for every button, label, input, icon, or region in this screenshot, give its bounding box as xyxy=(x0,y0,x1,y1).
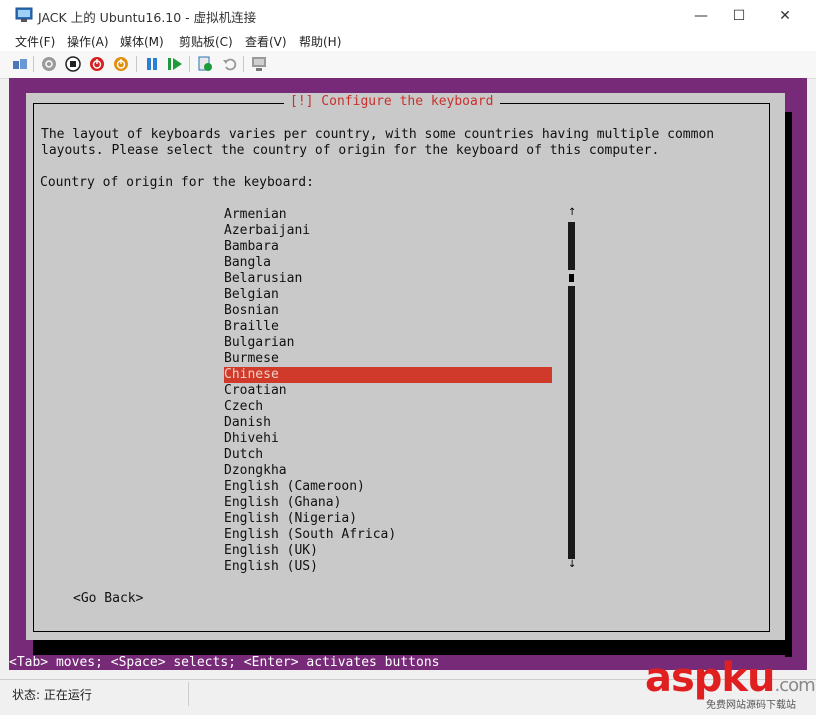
dialog-shadow-right xyxy=(785,112,792,657)
vm-connection-icon xyxy=(15,7,33,22)
start-icon[interactable] xyxy=(41,56,57,72)
menu-file[interactable]: 文件(F) xyxy=(15,33,55,50)
list-item[interactable]: Croatian xyxy=(224,383,552,399)
close-button[interactable]: ✕ xyxy=(762,0,808,31)
list-item[interactable]: Bulgarian xyxy=(224,335,552,351)
list-item-selected[interactable]: Chinese xyxy=(224,367,552,383)
scroll-down-arrow-icon[interactable]: ↓ xyxy=(568,559,576,570)
revert-icon[interactable] xyxy=(222,56,238,72)
resume-icon[interactable] xyxy=(167,56,183,72)
scrollbar-thumb[interactable] xyxy=(569,274,574,282)
watermark-suffix: .com xyxy=(774,675,816,696)
list-item[interactable]: Belgian xyxy=(224,287,552,303)
menu-view[interactable]: 查看(V) xyxy=(245,33,287,50)
toolbar-separator xyxy=(33,56,34,72)
description-line-2: layouts. Please select the country of or… xyxy=(41,143,660,158)
maximize-icon: ☐ xyxy=(732,7,746,24)
ctrl-alt-del-icon[interactable] xyxy=(12,56,28,72)
list-item[interactable]: English (Ghana) xyxy=(224,495,552,511)
toolbar-separator xyxy=(243,56,244,72)
vm-status: 状态: 正在运行 xyxy=(12,688,92,702)
window-titlebar: JACK 上的 Ubuntu16.10 - 虚拟机连接 — ☐ ✕ xyxy=(0,0,816,31)
watermark-logo-text: aspku xyxy=(645,655,776,701)
menu-clipboard[interactable]: 剪贴板(C) xyxy=(179,33,233,50)
pause-icon[interactable] xyxy=(144,56,160,72)
minimize-icon: — xyxy=(694,7,708,24)
turn-off-icon[interactable] xyxy=(65,56,81,72)
list-item[interactable]: Dutch xyxy=(224,447,552,463)
toolbar-separator xyxy=(136,56,137,72)
list-item[interactable]: Braille xyxy=(224,319,552,335)
list-item[interactable]: Bangla xyxy=(224,255,552,271)
list-item[interactable]: Dzongkha xyxy=(224,463,552,479)
watermark-logo: aspku.com xyxy=(645,655,816,701)
checkpoint-icon[interactable] xyxy=(197,56,213,72)
power-icon[interactable] xyxy=(113,56,129,72)
scroll-up-arrow-icon[interactable]: ↑ xyxy=(568,207,576,218)
list-item[interactable]: English (UK) xyxy=(224,543,552,559)
maximize-button[interactable]: ☐ xyxy=(716,0,762,31)
list-item[interactable]: Dhivehi xyxy=(224,431,552,447)
country-list[interactable]: Armenian Azerbaijani Bambara Bangla Belarusi… xyxy=(224,207,552,575)
description-line-1: The layout of keyboards varies per count… xyxy=(41,127,715,142)
enhanced-session-icon[interactable] xyxy=(251,56,267,72)
list-item[interactable]: English (South Africa) xyxy=(224,527,552,543)
menu-bar: 文件(F) 操作(A) 媒体(M) 剪贴板(C) 查看(V) 帮助(H) xyxy=(0,31,816,51)
dialog-title: [!] Configure the keyboard xyxy=(284,93,500,111)
close-icon: ✕ xyxy=(779,7,791,24)
menu-action[interactable]: 操作(A) xyxy=(67,33,109,50)
list-item[interactable]: Bosnian xyxy=(224,303,552,319)
go-back-button[interactable]: <Go Back> xyxy=(73,591,143,607)
toolbar-separator xyxy=(189,56,190,72)
list-item[interactable]: Burmese xyxy=(224,351,552,367)
list-item[interactable]: Azerbaijani xyxy=(224,223,552,239)
toolbar xyxy=(0,51,816,79)
watermark-caption: 免费网站源码下载站 xyxy=(706,700,796,711)
list-item[interactable]: Belarusian xyxy=(224,271,552,287)
shutdown-icon[interactable] xyxy=(89,56,105,72)
list-item[interactable]: Bambara xyxy=(224,239,552,255)
list-item[interactable]: Armenian xyxy=(224,207,552,223)
menu-help[interactable]: 帮助(H) xyxy=(299,33,341,50)
list-item[interactable]: English (US) xyxy=(224,559,552,575)
keyboard-hint: <Tab> moves; <Space> selects; <Enter> ac… xyxy=(9,655,440,670)
status-separator xyxy=(188,682,189,706)
list-item[interactable]: English (Cameroon) xyxy=(224,479,552,495)
list-item[interactable]: Danish xyxy=(224,415,552,431)
menu-media[interactable]: 媒体(M) xyxy=(120,33,164,50)
list-item[interactable]: English (Nigeria) xyxy=(224,511,552,527)
list-item[interactable]: Czech xyxy=(224,399,552,415)
dialog-shadow-bottom xyxy=(33,640,792,655)
window-title: JACK 上的 Ubuntu16.10 - 虚拟机连接 xyxy=(38,10,257,25)
country-prompt: Country of origin for the keyboard: xyxy=(40,175,314,190)
